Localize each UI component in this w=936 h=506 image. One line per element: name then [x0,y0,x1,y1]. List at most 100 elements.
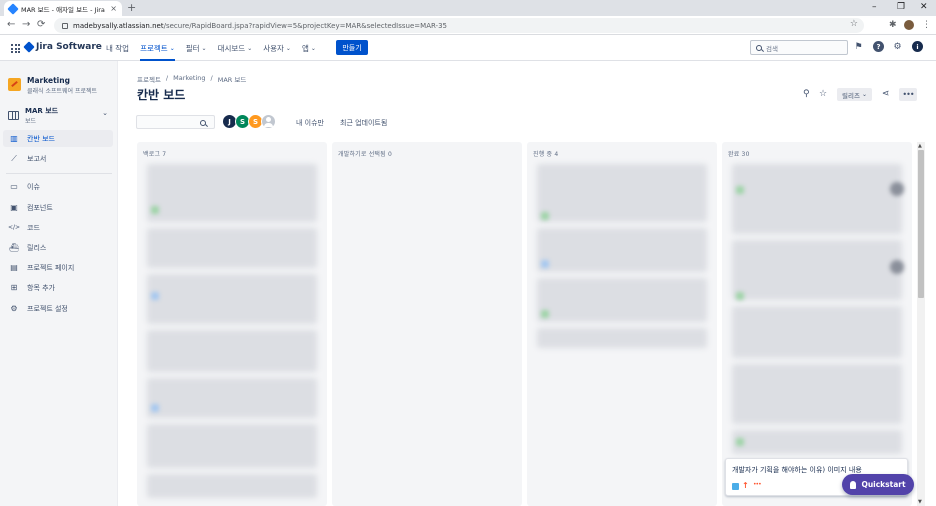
blurred-card[interactable] [537,228,707,272]
bookmark-star-icon[interactable]: ☆ [850,19,858,29]
breadcrumb-project[interactable]: Marketing [173,74,205,84]
blurred-card[interactable] [147,330,317,372]
project-header[interactable]: Marketing 클래식 소프트웨어 프로젝트 [8,76,97,95]
create-button[interactable]: 만들기 [336,40,368,55]
blurred-card[interactable] [732,430,902,454]
search-input[interactable]: 검색 [750,40,848,55]
issues-icon: ▭ [10,182,18,191]
board-scrollbar[interactable]: ▲ ▼ [917,142,925,506]
minimize-button[interactable]: – [872,1,877,13]
column-header: 백로그 7 [143,151,167,158]
profile-avatar[interactable] [904,20,914,30]
sidebar-item-project-pages[interactable]: ▤ 프로젝트 페이지 [3,259,113,276]
blurred-issue-type-icon [736,292,744,300]
sidebar-item-issues[interactable]: ▭ 이슈 [3,178,113,195]
reports-icon: ⟋ [11,153,17,163]
blurred-card[interactable] [732,306,902,358]
primary-nav: 내 작업 프로젝트 ⌄ 필터 ⌄ 대시보드 ⌄ 사용자 ⌄ 앱 ⌄ [106,35,316,61]
blurred-avatar [890,182,904,196]
new-tab-button[interactable]: + [127,1,136,15]
blurred-avatar [890,260,904,274]
avatar-unassigned[interactable] [261,114,276,129]
restore-button[interactable]: ❐ [897,1,905,13]
browser-menu-icon[interactable]: ⋮ [922,19,931,31]
notifications-icon[interactable]: ⚑ [853,41,864,52]
blurred-card[interactable] [537,328,707,348]
star-icon[interactable]: ☆ [819,89,827,99]
scroll-up-icon[interactable]: ▲ [918,143,922,149]
project-name: Marketing [27,76,70,85]
blurred-card[interactable] [147,378,317,418]
sidebar-item-label: 칸반 보드 [27,134,55,143]
help-icon[interactable]: ? [873,41,884,52]
sidebar-item-add-item[interactable]: ⊞ 항목 추가 [3,279,113,296]
story-type-icon [732,483,739,490]
scroll-down-icon[interactable]: ▼ [918,499,922,505]
breadcrumb-board[interactable]: MAR 보드 [218,74,247,84]
board-icon: ▥ [10,134,18,143]
column-header: 진행 중 4 [533,151,559,158]
board-selector[interactable]: MAR 보드 보드 ⌄ [8,106,110,125]
nav-filters[interactable]: 필터 ⌄ [186,35,207,61]
nav-apps[interactable]: 앱 ⌄ [302,35,316,61]
more-actions-button[interactable]: ••• [899,88,917,101]
recently-updated-filter[interactable]: 최근 업데이트됨 [340,118,387,128]
browser-tab[interactable]: MAR 보드 - 애자일 보드 - Jira × [4,1,122,16]
address-bar: ← → ⟳ madebysally.atlassian.net/secure/R… [0,16,936,35]
blurred-card[interactable] [147,474,317,498]
scrollbar-thumb[interactable] [918,150,924,298]
quickstart-button[interactable]: Quickstart [842,474,914,495]
blurred-card[interactable] [732,240,902,300]
blurred-card[interactable] [147,228,317,268]
release-button[interactable]: 릴리즈 ⌄ [837,88,872,101]
project-avatar-icon [8,78,21,91]
jira-logo[interactable]: Jira Software [23,41,102,53]
priority-high-icon: ↑ [742,481,749,490]
quickstart-label: Quickstart [861,480,906,489]
blurred-issue-type-icon [736,438,744,446]
product-name: Jira Software [36,42,102,52]
search-icon [756,44,762,51]
settings-gear-icon[interactable]: ⚙ [892,41,903,52]
sidebar-item-reports[interactable]: ⟋ 보고서 [3,150,113,167]
sidebar-item-releases[interactable]: ⛴ 릴리스 [3,239,113,256]
nav-projects[interactable]: 프로젝트 ⌄ [140,35,175,61]
app-switcher-icon[interactable] [11,44,20,53]
blurred-card[interactable] [732,164,902,234]
reload-button[interactable]: ⟳ [37,19,45,31]
sidebar-item-label: 컴포넌트 [27,203,53,212]
column-done: 완료 30 [722,142,912,506]
blurred-card[interactable] [537,278,707,322]
nav-dashboards[interactable]: 대시보드 ⌄ [218,35,253,61]
back-button[interactable]: ← [7,19,15,31]
blurred-card[interactable] [732,364,902,424]
blurred-card[interactable] [147,164,317,222]
nav-my-work[interactable]: 내 작업 [106,35,129,61]
sidebar-item-code[interactable]: </> 코드 [3,219,113,236]
share-icon[interactable]: ⋖ [882,89,890,99]
blurred-card[interactable] [537,164,707,222]
sidebar-item-project-settings[interactable]: ⚙ 프로젝트 설정 [3,300,113,317]
chevron-down-icon: ⌄ [247,44,253,52]
sidebar-item-kanban-board[interactable]: ▥ 칸반 보드 [3,130,113,147]
breadcrumb-projects[interactable]: 프로젝트 [137,74,161,84]
window-close-button[interactable]: ✕ [920,1,928,13]
tab-close-icon[interactable]: × [110,4,117,13]
project-sidebar: Marketing 클래식 소프트웨어 프로젝트 MAR 보드 보드 ⌄ ▥ 칸… [0,61,118,506]
page-title: 칸반 보드 [137,88,186,102]
chevron-down-icon: ⌄ [310,44,316,52]
extensions-icon[interactable]: ✱ [889,19,897,31]
sidebar-item-components[interactable]: ▣ 컴포넌트 [3,199,113,216]
blurred-issue-type-icon [541,260,549,268]
user-avatar[interactable]: i [912,41,923,52]
blurred-issue-type-icon [541,212,549,220]
blurred-card[interactable] [147,424,317,468]
forward-button[interactable]: → [22,19,30,31]
nav-people[interactable]: 사용자 ⌄ [263,35,291,61]
only-my-issues-filter[interactable]: 내 이슈만 [296,118,324,128]
sidebar-divider [6,173,112,174]
board-search-input[interactable] [136,115,215,129]
blurred-card[interactable] [147,274,317,324]
url-input[interactable]: madebysally.atlassian.net/secure/RapidBo… [54,18,864,33]
insights-icon[interactable]: ⚲ [803,89,810,99]
